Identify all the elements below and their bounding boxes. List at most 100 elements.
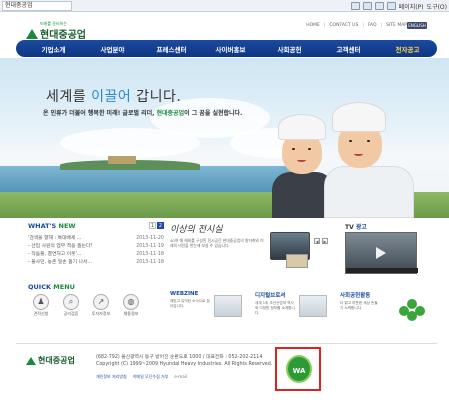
nav-item-notice[interactable]: 전자공고 — [378, 44, 437, 54]
news-title-left: WHAT'S — [28, 222, 59, 230]
tv-ad-title-left: TV — [345, 224, 356, 231]
kid-smile — [297, 158, 306, 162]
social-contribution-card[interactable]: 사회공헌활동 더 밝고 따뜻한 세상 만들기 노력합니다. — [340, 291, 425, 327]
footer-logo-text: 현대중공업 — [38, 356, 75, 365]
util-link-contact[interactable]: CONTACT US — [329, 23, 358, 28]
quick-item-recruit[interactable]: ◍ 채용정보 — [118, 294, 144, 317]
webzine-card[interactable]: WEBZINE 재밌고 유익한 소식으로 찾아갑니다. — [170, 291, 250, 327]
hero-title-before: 세계를 — [46, 89, 92, 105]
browser-tools: 페이지(P) 도구(O) — [350, 1, 447, 11]
hard-hat — [278, 114, 326, 140]
news-item-title: - 작음들, 결연처고 이웃'... — [28, 252, 82, 257]
nav-item-customer[interactable]: 고객센터 — [319, 44, 378, 54]
list-item[interactable]: - 선입 사원의 업무 적응 돕는다! 2013-11-19 — [28, 243, 164, 251]
list-item[interactable]: '검색을 향해 : 특대배세 ... 2013-11-20 — [28, 235, 164, 243]
mail-icon[interactable] — [374, 2, 384, 10]
kid-smile — [354, 152, 363, 156]
play-icon[interactable] — [376, 247, 386, 259]
tv-ad: TV 광고 — [345, 222, 425, 277]
nav-item-press[interactable]: 프레스센터 — [142, 44, 201, 54]
separator: | — [380, 23, 383, 28]
util-link-faq[interactable]: FAQ — [368, 23, 377, 28]
quick-item-verify[interactable]: ⌕ 공리검증 — [58, 294, 84, 317]
kid-eye — [308, 148, 311, 150]
kid-shirt — [324, 166, 414, 218]
quick-menu: QUICK MENU ♟ 견적신청 ⌕ 공리검증 ↗ 투자자정보 ◍ 채용정보 — [28, 283, 158, 321]
kid-eye — [367, 140, 370, 142]
email-link[interactable]: e-mail — [174, 374, 186, 380]
news-item-title: '검색을 향해 : 특대배세 ... — [28, 236, 82, 241]
news-item-date: 2013-11-19 — [136, 244, 164, 249]
nav-item-social[interactable]: 사회공헌 — [260, 44, 319, 54]
video-controls[interactable] — [346, 268, 418, 273]
logo-text: 현대중공업 — [40, 30, 86, 41]
nav-item-company[interactable]: 기업소개 — [24, 44, 83, 54]
utility-nav: HOME | CONTACT US | FAQ | SITE MAP — [306, 23, 407, 28]
language-select[interactable]: ENGLISH — [407, 22, 427, 29]
news-list: '검색을 향해 : 특대배세 ... 2013-11-20 - 선입 사원의 업… — [28, 235, 164, 267]
hard-hat — [332, 102, 386, 132]
home-icon[interactable] — [350, 2, 360, 10]
factory — [108, 156, 136, 164]
wa-award-icon: WA — [286, 355, 312, 383]
util-link-sitemap[interactable]: SITE MAP — [386, 23, 407, 28]
browser-tab[interactable]: 현대중공업 — [2, 1, 72, 11]
news-page-1[interactable]: 1 — [149, 222, 156, 229]
feature-text: 더 밝고 따뜻한 세상 만들기 노력합니다. — [340, 301, 378, 310]
globe-icon: ◍ — [123, 294, 139, 310]
news-title-accent: NEW — [58, 222, 76, 230]
quick-menu-title: QUICK MENU — [28, 283, 158, 291]
webzine-thumbnail — [214, 295, 242, 317]
footer-logo: 현대중공업 — [26, 355, 75, 366]
kid-eye — [349, 140, 352, 142]
nav-item-business[interactable]: 사업분야 — [83, 44, 142, 54]
promo-text: 40여 해 해외를 구성된 전시공간 현대중공업의 발자취와 미래의 비전을 한… — [170, 238, 264, 248]
quick-items: ♟ 견적신청 ⌕ 공리검증 ↗ 투자자정보 ◍ 채용정보 — [28, 294, 144, 317]
kid-eye — [292, 148, 295, 150]
search-doc-icon: ⌕ — [63, 294, 79, 310]
util-link-home[interactable]: HOME — [306, 23, 320, 28]
quick-title-accent: MENU — [53, 283, 75, 291]
logo-triangle-icon — [26, 28, 38, 39]
quick-title-left: QUICK — [28, 283, 54, 291]
quick-item-investor[interactable]: ↗ 투자자정보 — [88, 294, 114, 317]
privacy-policy-link[interactable]: 개인정보 처리방침 — [96, 374, 127, 380]
footer-info: (682-792) 울산광역시 동구 방어진 순환도로 1000 / 대표전화 … — [96, 354, 272, 368]
promo-prev-button[interactable]: ◀ — [314, 238, 320, 244]
hero-banner: 세계를 이끌어 갑니다. 온 인류가 더불어 행복한 미래! 글로벌 리더, 현… — [0, 58, 449, 218]
list-item[interactable]: - 불사던, 농촌 일손 돕기 나서... 2013-11-18 — [28, 259, 164, 267]
feeds-icon[interactable] — [362, 2, 372, 10]
nav-item-cyber-pr[interactable]: 사이버홍보 — [201, 44, 260, 54]
promo-next-button[interactable]: ▶ — [322, 238, 328, 244]
exhibition-promo[interactable]: 이상의 전시실 40여 해 해외를 구성된 전시공간 현대중공업의 발자취와 미… — [168, 222, 328, 282]
hero-subtitle: 온 인류가 더불어 행복한 미래! 글로벌 리더, 현대중공업이 그 꿈을 실현… — [43, 108, 242, 117]
print-icon[interactable] — [386, 2, 396, 10]
tv-ad-video[interactable] — [345, 232, 418, 274]
tools-menu[interactable]: 도구(O) — [427, 2, 447, 11]
news-item-date: 2013-11-18 — [136, 252, 164, 257]
hero-sub-before: 온 인류가 더불어 행복한 미래! 글로벌 리더, — [43, 110, 157, 117]
site-logo[interactable]: 현대중공업 — [26, 26, 86, 41]
footer-address: (682-792) 울산광역시 동구 방어진 순환도로 1000 / 대표전화 … — [96, 355, 263, 360]
promo-image-secondary — [286, 254, 308, 268]
cloud — [60, 128, 200, 158]
web-accessibility-badge[interactable]: WA — [275, 347, 321, 391]
footer-copyright: Copyright (C) 1999~2009 Hyundai Heavy In… — [96, 362, 273, 367]
page-menu[interactable]: 페이지(P) — [399, 2, 424, 11]
news-item-date: 2013-11-20 — [136, 236, 164, 241]
brochure-thumbnail — [299, 295, 327, 317]
list-item[interactable]: - 작음들, 결연처고 이웃'... 2013-11-18 — [28, 251, 164, 259]
hero-sub-company: 현대중공업 — [156, 110, 185, 117]
feature-text: 재밌고 유익한 소식으로 찾아갑니다. — [170, 299, 210, 308]
email-refusal-link[interactable]: 이메일 무단수집 거부 — [133, 374, 169, 380]
quick-item-quote[interactable]: ♟ 견적신청 — [28, 294, 54, 317]
digital-brochure-card[interactable]: 디지털브로셔 세계 1위 조선산업의 역사와 다양한 정보를 소개합니다. — [255, 291, 335, 327]
chart-icon: ↗ — [93, 294, 109, 310]
hero-title-accent: 이끌어 — [91, 89, 132, 105]
footer-divider — [16, 343, 437, 344]
news-pagination: 1 2 — [149, 222, 164, 229]
tv-ad-title: TV 광고 — [345, 222, 425, 231]
news-page-2[interactable]: 2 — [157, 222, 164, 229]
news-title: WHAT'S NEW — [28, 222, 164, 230]
quick-item-label: 공리검증 — [63, 311, 79, 316]
